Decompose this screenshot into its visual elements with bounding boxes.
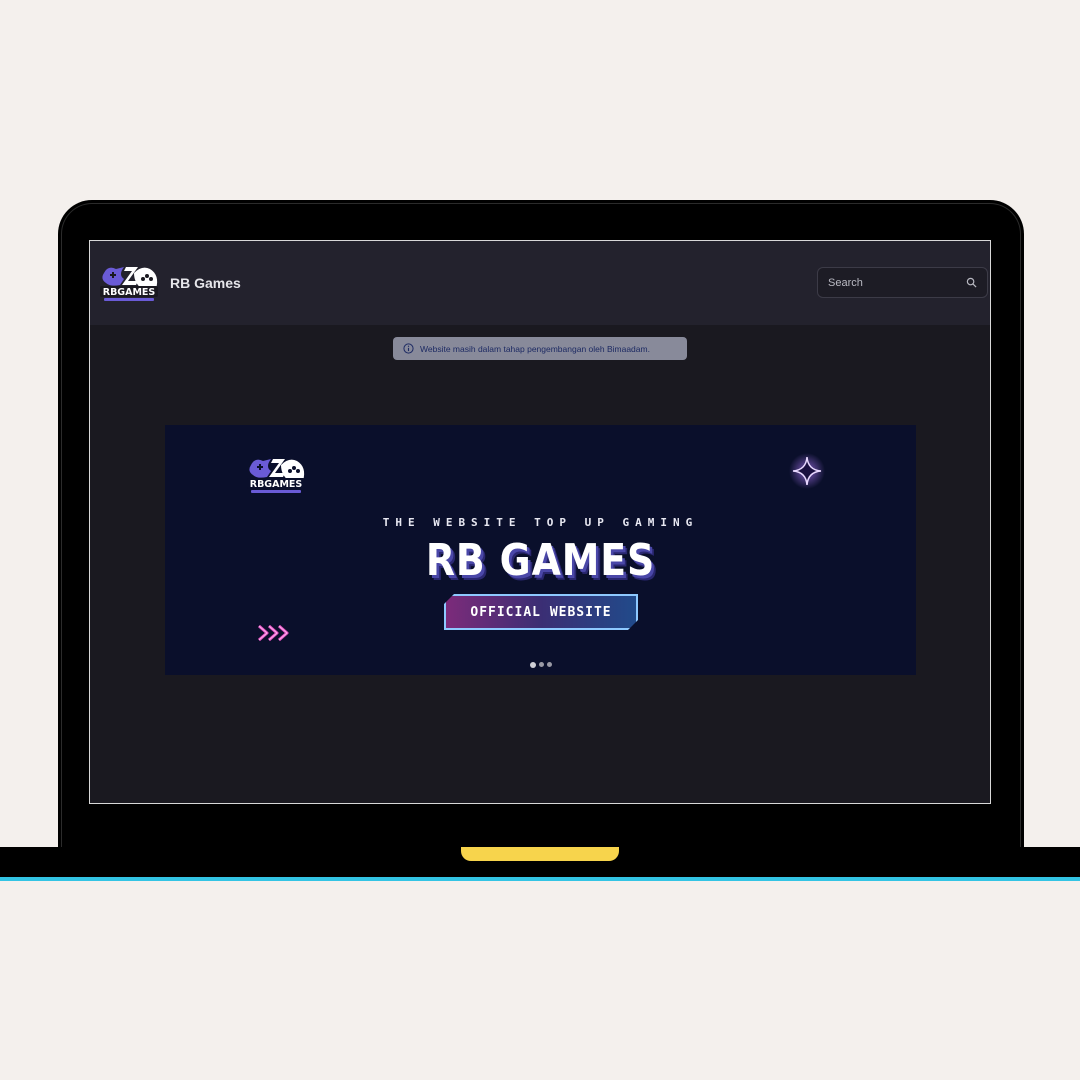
carousel-dot-2[interactable] xyxy=(538,662,544,667)
search-input[interactable] xyxy=(818,268,978,297)
carousel-dot-1[interactable] xyxy=(529,661,536,668)
brand-name[interactable]: RB Games xyxy=(170,275,241,291)
alert-message: Website masih dalam tahap pengembangan o… xyxy=(420,343,650,354)
laptop-notch xyxy=(461,847,619,861)
banner-title: RB GAMES xyxy=(425,535,656,586)
laptop-base-line xyxy=(0,877,1080,881)
rbgames-logo[interactable]: RBGAMES xyxy=(98,263,160,303)
banner-tagline: THE WEBSITE TOP UP GAMING xyxy=(382,516,699,529)
browser-screen: RBGAMES RB Games Website masih dalam tah… xyxy=(89,240,991,804)
search-icon[interactable] xyxy=(966,277,977,288)
info-icon xyxy=(403,343,414,354)
info-alert: Website masih dalam tahap pengembangan o… xyxy=(393,337,687,360)
badge-label: OFFICIAL WEBSITE xyxy=(470,604,612,620)
banner-logo: RBGAMES xyxy=(247,459,305,493)
logo-text: RBGAMES xyxy=(103,287,156,298)
navbar: RBGAMES RB Games xyxy=(90,241,990,325)
chevron-right-icon xyxy=(258,624,289,642)
official-website-badge: OFFICIAL WEBSITE xyxy=(444,594,638,630)
search-box xyxy=(817,267,988,298)
banner-logo-text: RBGAMES xyxy=(250,479,303,490)
carousel-indicators xyxy=(165,661,916,668)
hero-banner-carousel[interactable]: RBGAMES THE WEBSITE TOP UP GAMING RB GAM… xyxy=(165,425,916,675)
sparkle-icon xyxy=(789,453,825,489)
carousel-dot-3[interactable] xyxy=(546,662,552,667)
